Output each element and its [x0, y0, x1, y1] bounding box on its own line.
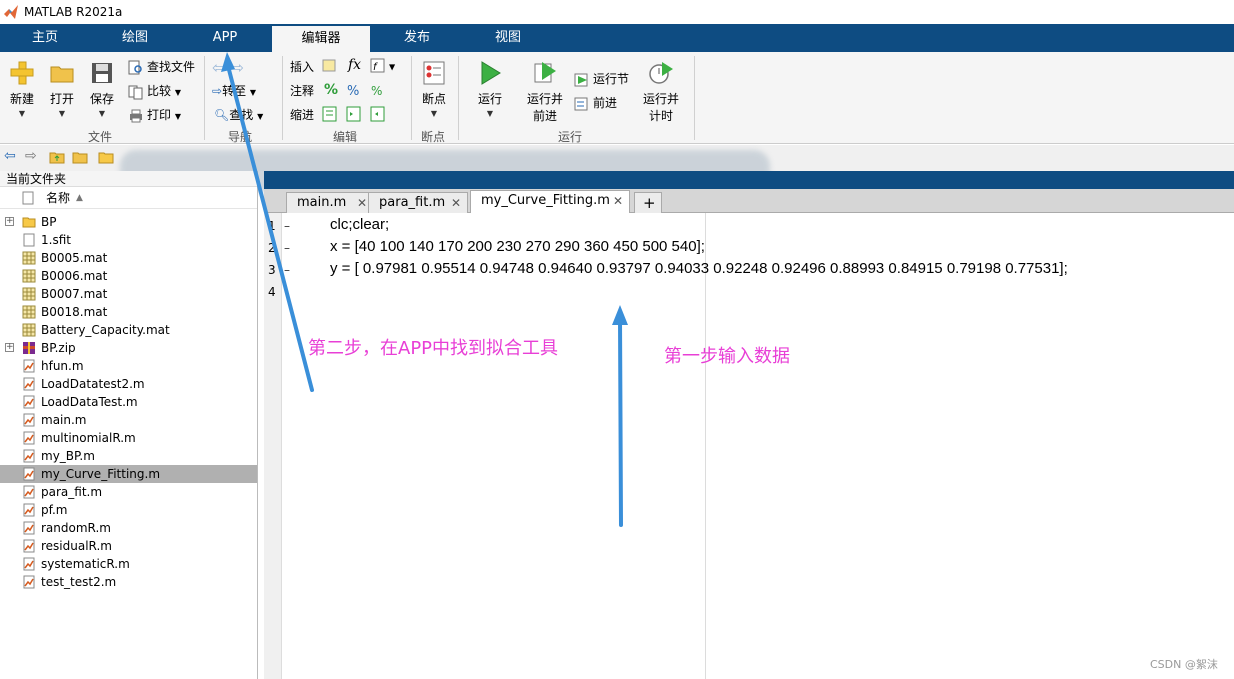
step2-annotation: 第二步，在APP中找到拟合工具 — [308, 338, 559, 359]
step1-arrowhead — [612, 305, 628, 325]
step2-arrowhead — [221, 52, 235, 72]
annotation-arrows — [221, 52, 628, 527]
watermark: CSDN @絮沫 — [1150, 658, 1218, 671]
step2-arrow — [225, 60, 314, 392]
step1-arrow — [618, 316, 623, 527]
step1-annotation: 第一步输入数据 — [664, 346, 790, 367]
